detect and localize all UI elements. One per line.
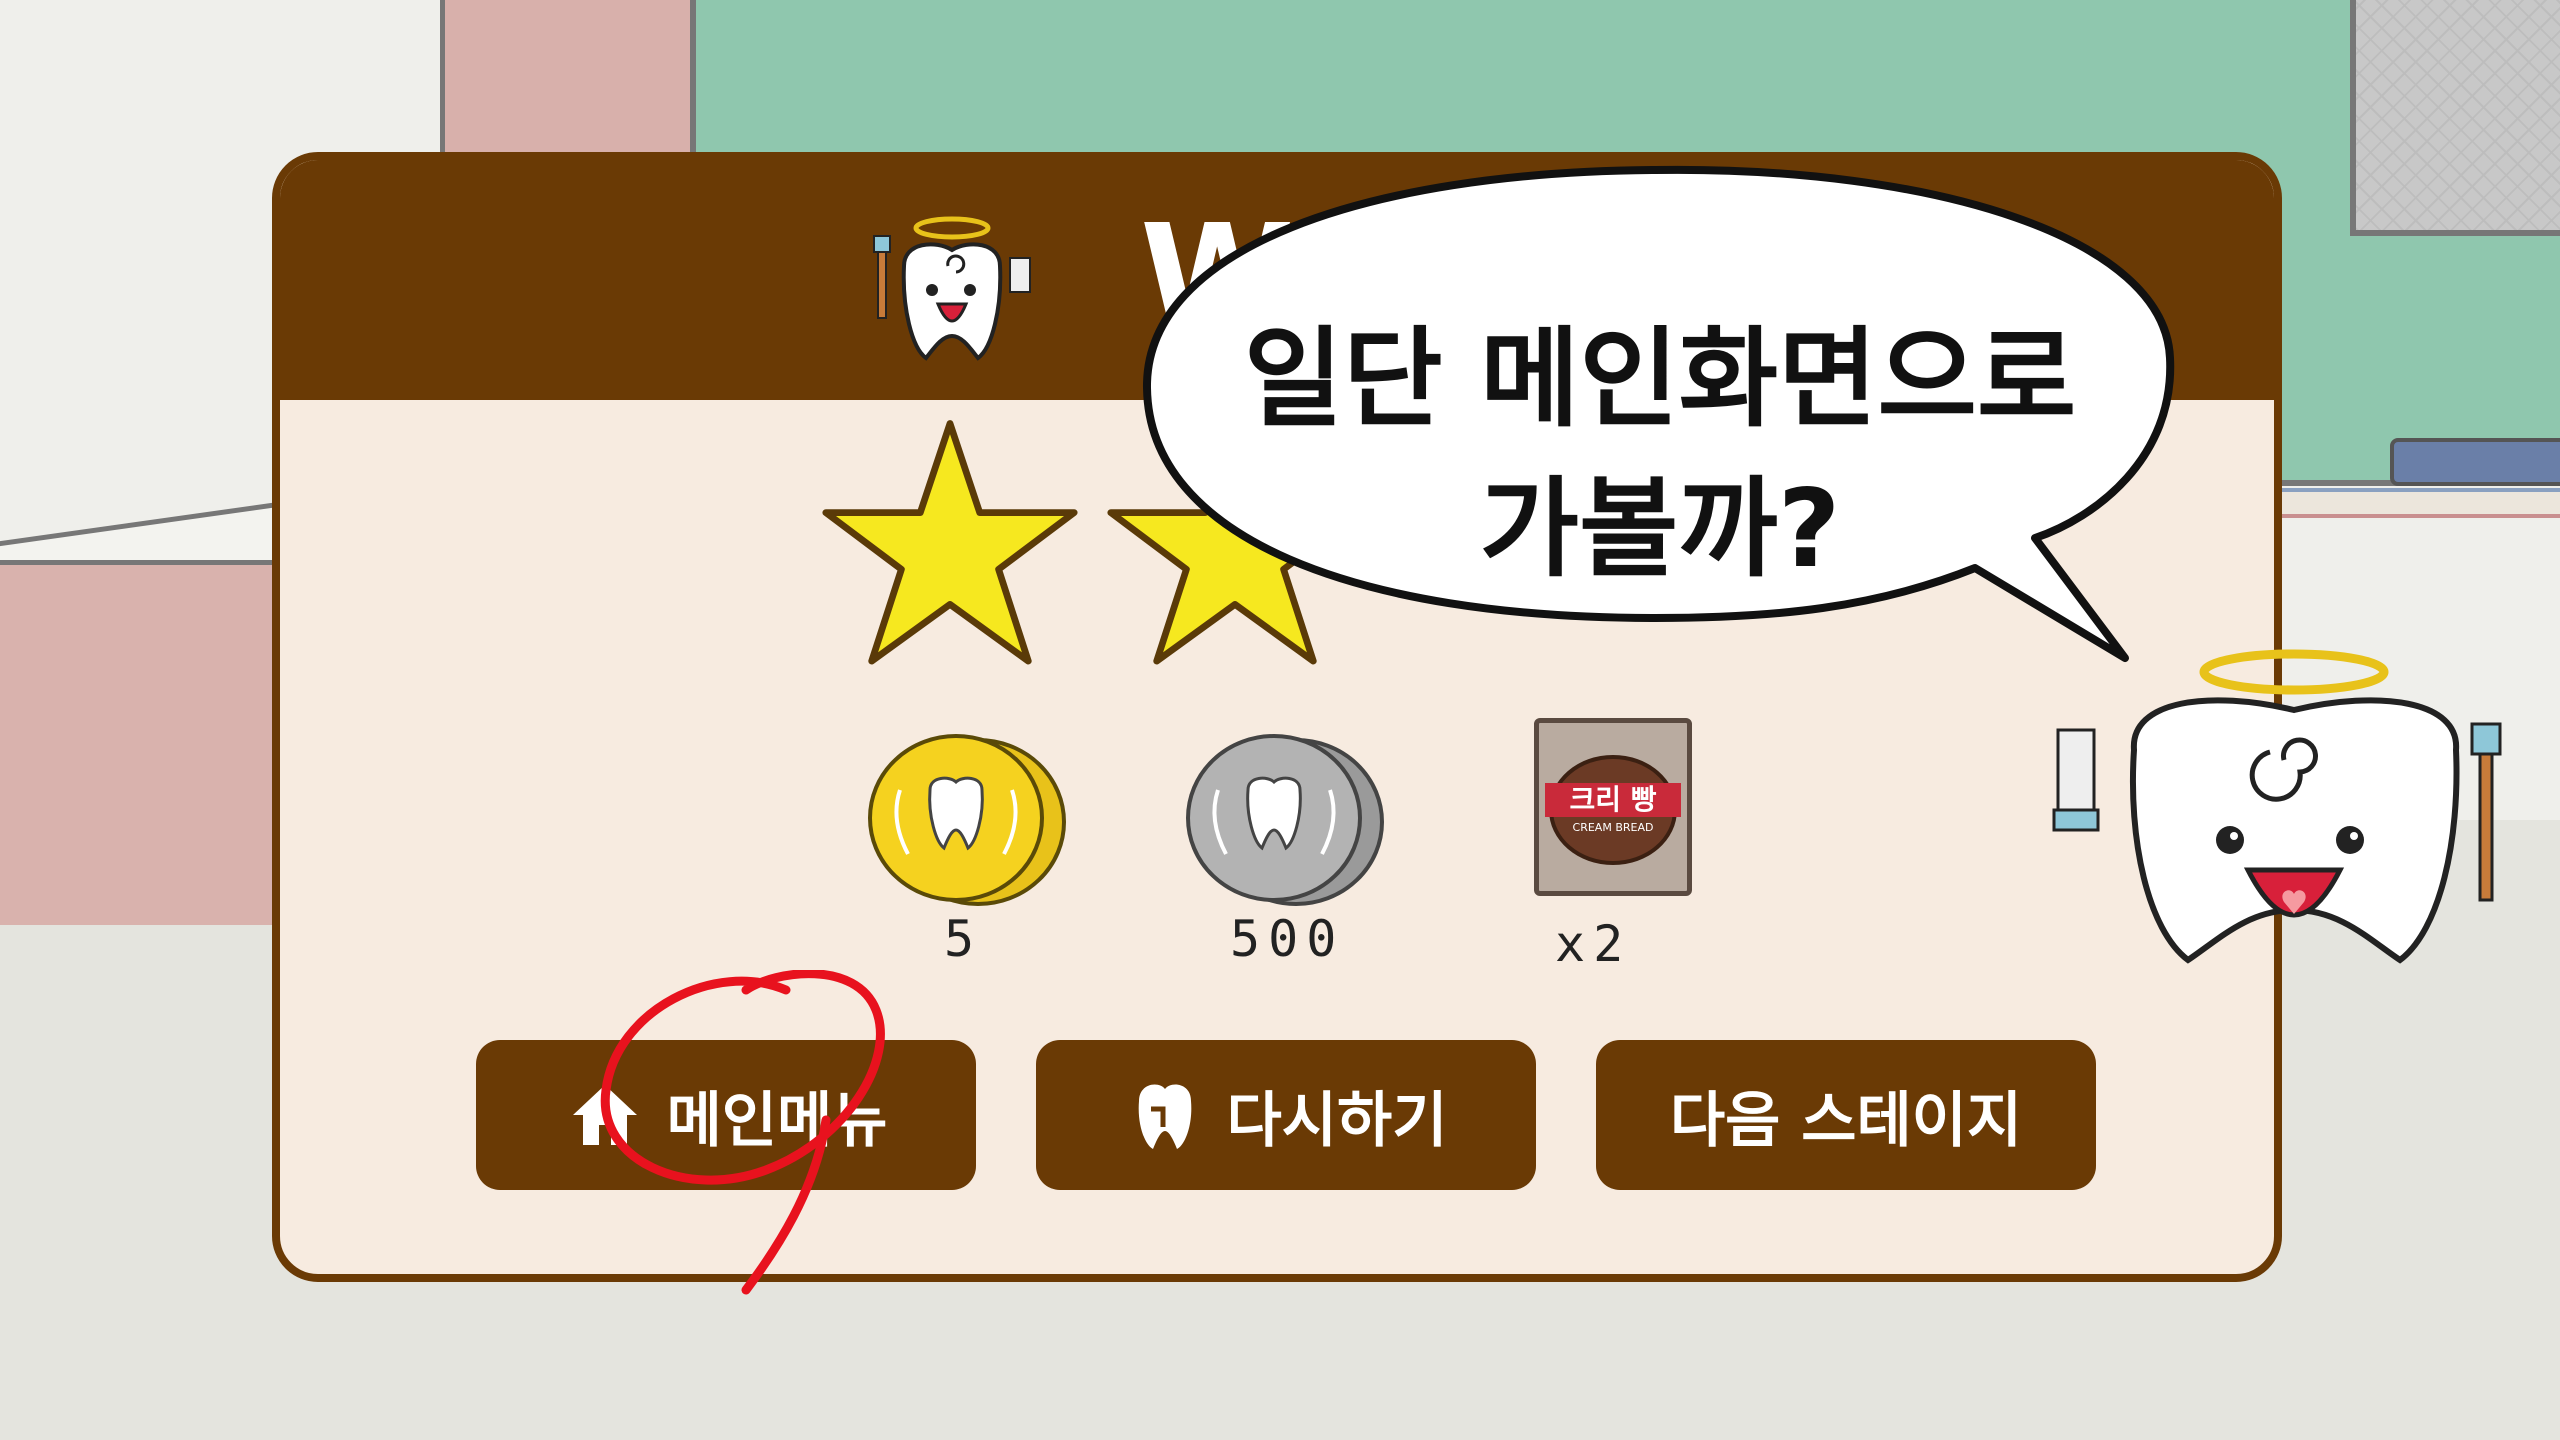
retry-button[interactable]: 다시하기: [1036, 1040, 1536, 1190]
tooth-icon: [1125, 1075, 1205, 1155]
next-stage-label: 다음 스테이지: [1669, 1085, 2023, 1156]
retry-label: 다시하기: [1226, 1085, 1448, 1156]
home-icon: [565, 1075, 645, 1155]
pink-wall: [0, 560, 300, 925]
speech-line-1: 일단 메인화면으로: [1243, 317, 2077, 442]
speech-text: 일단 메인화면으로 가볼까?: [1165, 305, 2155, 605]
bread-count: x2: [1555, 915, 1632, 973]
door: [440, 0, 730, 165]
window: [2350, 0, 2560, 236]
bread-sub: CREAM BREAD: [1572, 821, 1654, 834]
main-menu-label: 메인메뉴: [666, 1085, 888, 1156]
cream-bread-icon: 크리 빵 CREAM BREAD: [1534, 718, 1692, 896]
star-earned-icon: [822, 420, 1078, 665]
angel-tooth-mascot-icon: [2052, 649, 2502, 964]
board-eraser: [2390, 438, 2560, 486]
gold-coin-icon: [868, 734, 1066, 906]
main-menu-button[interactable]: 메인메뉴: [476, 1040, 976, 1190]
gold-coin-count: 5: [944, 910, 983, 968]
silver-coin-icon: [1186, 734, 1384, 906]
angel-tooth-mascot-icon: [873, 216, 1031, 361]
silver-coin-count: 500: [1230, 910, 1345, 968]
next-stage-button[interactable]: 다음 스테이지: [1596, 1040, 2096, 1190]
speech-line-2: 가볼까?: [1479, 467, 1841, 592]
bread-brand: 크리 빵: [1545, 783, 1681, 817]
